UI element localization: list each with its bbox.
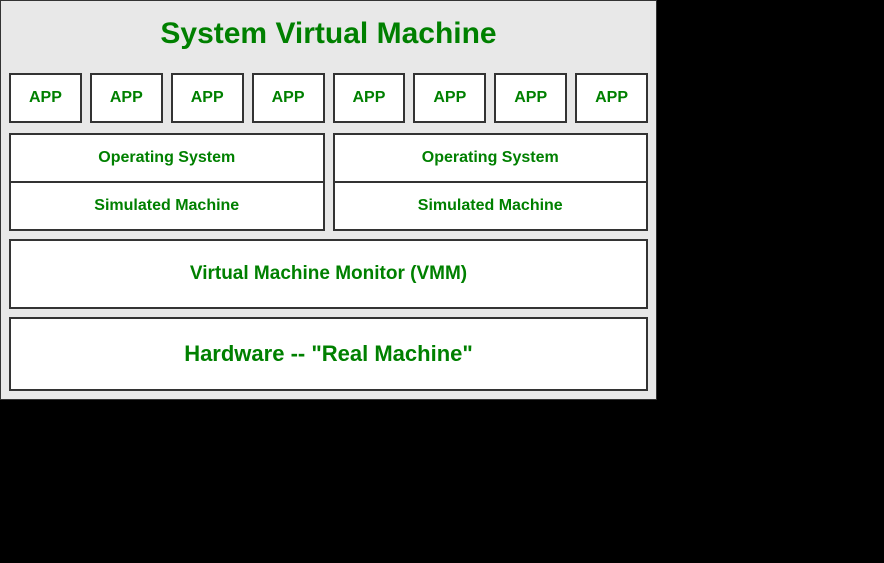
vm-row: Operating System Simulated Machine Opera…	[9, 133, 648, 231]
app-box: APP	[494, 73, 567, 123]
vmm-box: Virtual Machine Monitor (VMM)	[9, 239, 648, 309]
sim-box: Simulated Machine	[333, 183, 649, 231]
app-box: APP	[575, 73, 648, 123]
app-group-right: APP APP APP APP	[333, 73, 649, 123]
app-box: APP	[90, 73, 163, 123]
os-box: Operating System	[333, 133, 649, 183]
sim-box: Simulated Machine	[9, 183, 325, 231]
app-group-left: APP APP APP APP	[9, 73, 325, 123]
app-box: APP	[333, 73, 406, 123]
app-box: APP	[413, 73, 486, 123]
vm-col-left: Operating System Simulated Machine	[9, 133, 325, 231]
os-box: Operating System	[9, 133, 325, 183]
diagram-title: System Virtual Machine	[9, 9, 648, 73]
system-vm-diagram: System Virtual Machine APP APP APP APP A…	[0, 0, 657, 400]
app-box: APP	[252, 73, 325, 123]
apps-row: APP APP APP APP APP APP APP APP	[9, 73, 648, 123]
vm-col-right: Operating System Simulated Machine	[333, 133, 649, 231]
app-box: APP	[171, 73, 244, 123]
hardware-box: Hardware -- "Real Machine"	[9, 317, 648, 391]
app-box: APP	[9, 73, 82, 123]
